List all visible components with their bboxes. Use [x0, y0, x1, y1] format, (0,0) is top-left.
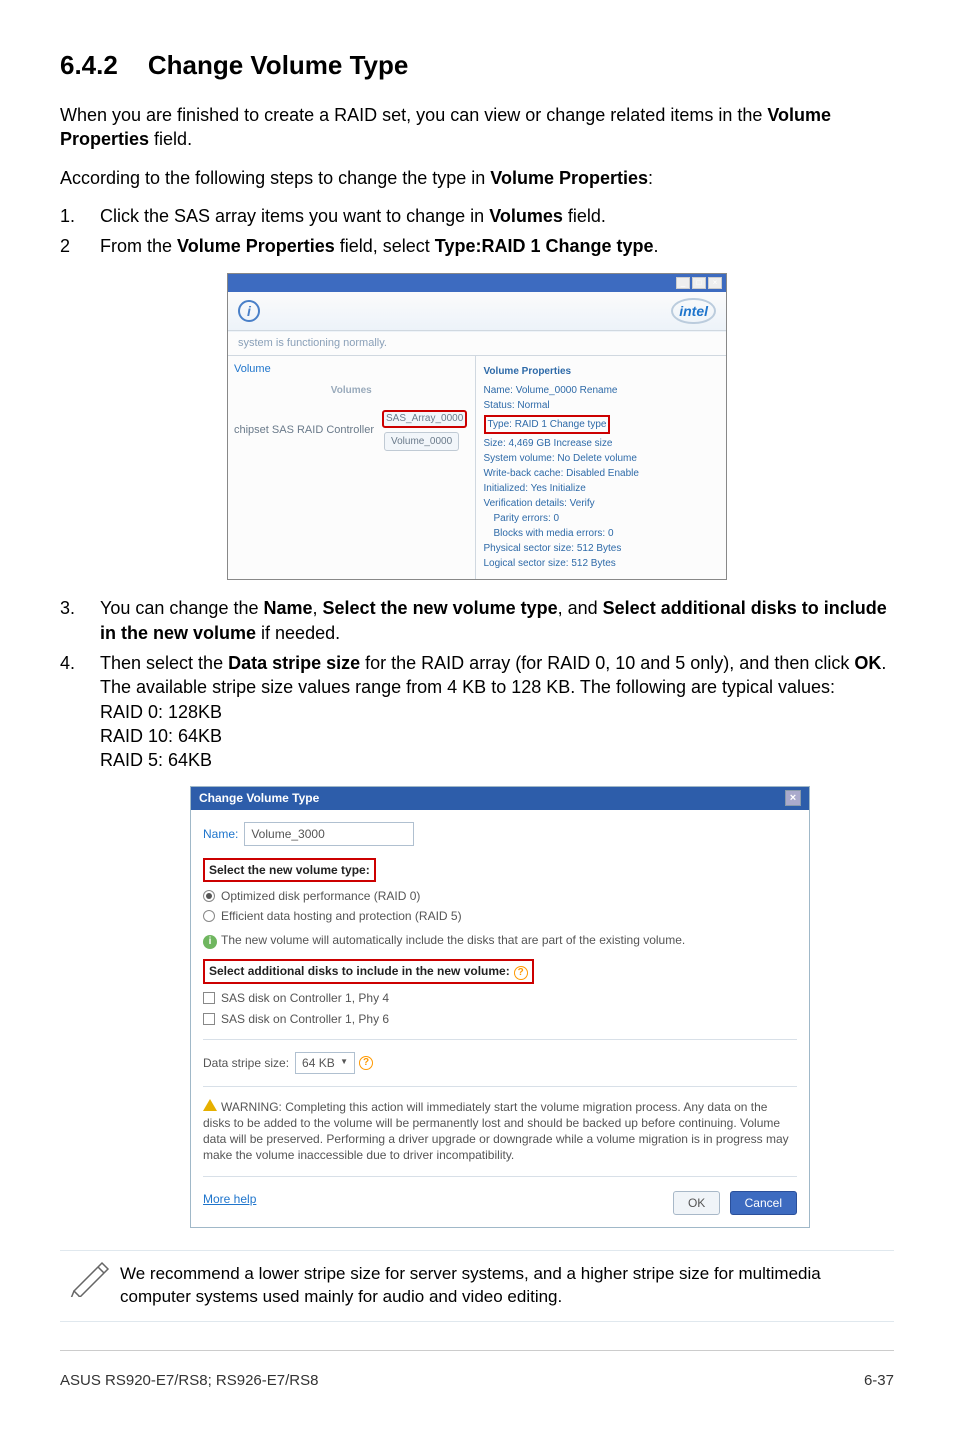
stripe-size-select[interactable]: 64 KB▼ — [295, 1052, 355, 1074]
footer-left: ASUS RS920-E7/RS8; RS926-E7/RS8 — [60, 1371, 318, 1391]
info-note: iThe new volume will automatically inclu… — [203, 932, 797, 949]
info-icon: i — [203, 935, 217, 949]
checkbox-disk-1[interactable]: SAS disk on Controller 1, Phy 4 — [203, 990, 797, 1006]
checkbox-icon — [203, 1013, 215, 1025]
status-bar: system is functioning normally. — [228, 331, 726, 356]
radio-raid5[interactable]: Efficient data hosting and protection (R… — [203, 908, 797, 924]
radio-icon — [203, 910, 215, 922]
warning-icon — [203, 1099, 217, 1111]
volume-properties-panel: Volume Properties Name: Volume_0000 Rena… — [476, 356, 727, 579]
chevron-down-icon: ▼ — [340, 1057, 348, 1068]
intel-logo: intel — [671, 298, 716, 325]
stripe-size-field: Data stripe size: 64 KB▼ ? — [203, 1052, 797, 1074]
screenshot-change-volume-dialog: Change Volume Type × Name: Volume_3000 S… — [190, 786, 810, 1227]
left-title: Volume — [234, 362, 469, 377]
radio-icon — [203, 890, 215, 902]
maximize-icon[interactable]: □ — [692, 277, 706, 289]
step-4: 4. Then select the Data stripe size for … — [60, 651, 894, 772]
volume-item[interactable]: Volume_0000 — [384, 432, 459, 452]
app-icon: i — [238, 300, 260, 322]
intro-paragraph-2: According to the following steps to chan… — [60, 166, 894, 190]
help-icon[interactable]: ? — [359, 1056, 373, 1070]
cancel-button[interactable]: Cancel — [730, 1191, 797, 1215]
radio-raid0[interactable]: Optimized disk performance (RAID 0) — [203, 888, 797, 904]
more-help-link[interactable]: More help — [203, 1191, 256, 1207]
step-2: 2 From the Volume Properties field, sele… — [60, 234, 894, 258]
note-box: We recommend a lower stripe size for ser… — [60, 1250, 894, 1322]
minimize-icon[interactable]: _ — [676, 277, 690, 289]
name-field: Name: Volume_3000 — [203, 822, 797, 846]
section-heading: 6.4.2 Change Volume Type — [60, 48, 894, 83]
controller-label: chipset SAS RAID Controller — [234, 423, 374, 438]
step-3: 3. You can change the Name, Select the n… — [60, 596, 894, 645]
screenshot-volume-properties: _ □ × i intel system is functioning norm… — [227, 273, 727, 581]
left-panel: Volume Volumes chipset SAS RAID Controll… — [228, 356, 476, 579]
ok-button[interactable]: OK — [673, 1191, 720, 1215]
note-text: We recommend a lower stripe size for ser… — [120, 1257, 894, 1315]
warning-text: WARNING: Completing this action will imm… — [203, 1099, 797, 1164]
select-disks-heading: Select additional disks to include in th… — [203, 959, 534, 984]
name-input[interactable]: Volume_3000 — [244, 822, 414, 846]
note-icon — [60, 1257, 120, 1297]
dialog-title-bar: Change Volume Type × — [191, 787, 809, 809]
sas-array-item[interactable]: SAS_Array_0000 — [382, 410, 467, 428]
close-icon[interactable]: × — [708, 277, 722, 289]
section-number: 6.4.2 — [60, 48, 118, 83]
intro-paragraph-1: When you are finished to create a RAID s… — [60, 103, 894, 152]
close-icon[interactable]: × — [785, 790, 801, 806]
help-icon[interactable]: ? — [514, 966, 528, 980]
type-change-link[interactable]: Type: RAID 1 Change type — [484, 415, 611, 434]
checkbox-disk-2[interactable]: SAS disk on Controller 1, Phy 6 — [203, 1011, 797, 1027]
footer-right: 6-37 — [864, 1371, 894, 1391]
checkbox-icon — [203, 992, 215, 1004]
window-title-bar: _ □ × — [228, 274, 726, 292]
select-volume-type-heading: Select the new volume type: — [203, 858, 376, 882]
page-footer: ASUS RS920-E7/RS8; RS926-E7/RS8 6-37 — [60, 1371, 894, 1391]
section-title: Change Volume Type — [148, 50, 409, 80]
step-1: 1. Click the SAS array items you want to… — [60, 204, 894, 228]
